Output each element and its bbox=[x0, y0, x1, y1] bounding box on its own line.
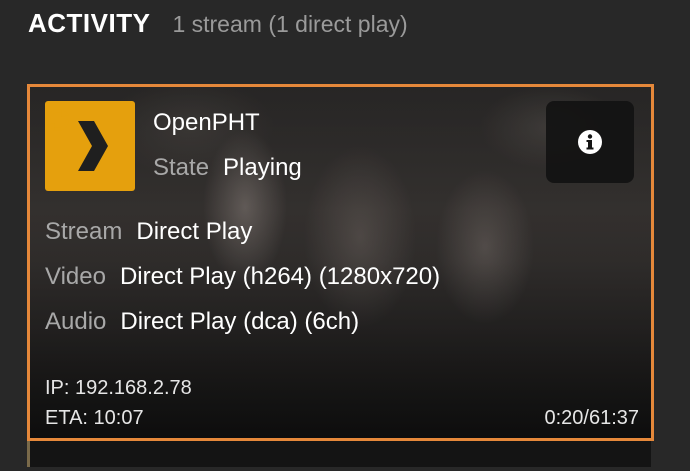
stream-label: Stream bbox=[45, 218, 123, 245]
progress-time: 0:20/61:37 bbox=[544, 407, 639, 429]
stream-row: Stream Direct Play bbox=[45, 218, 252, 246]
audio-row: Audio Direct Play (dca) (6ch) bbox=[45, 308, 359, 336]
sync-icon bbox=[47, 109, 69, 131]
ip-address: IP: 192.168.2.78 bbox=[45, 377, 192, 399]
page-title: ACTIVITY bbox=[28, 8, 151, 38]
audio-label: Audio bbox=[45, 308, 107, 335]
info-icon bbox=[578, 130, 602, 154]
state-row: State Playing bbox=[153, 154, 302, 182]
session-card[interactable]: OpenPHT State Playing Stream Direct Play V… bbox=[27, 84, 654, 441]
player-name: OpenPHT bbox=[153, 109, 260, 136]
progress-fill bbox=[27, 441, 31, 467]
state-label: State bbox=[153, 154, 210, 181]
stream-count: 1 stream (1 direct play) bbox=[172, 11, 408, 37]
activity-page: ACTIVITY 1 stream (1 direct play) OpenPH… bbox=[0, 0, 690, 471]
stream-value: Direct Play bbox=[136, 218, 253, 245]
video-row: Video Direct Play (h264) (1280x720) bbox=[45, 263, 440, 291]
info-button[interactable] bbox=[546, 101, 634, 183]
progress-bar[interactable] bbox=[27, 441, 651, 467]
video-value: Direct Play (h264) (1280x720) bbox=[119, 263, 441, 290]
state-value: Playing bbox=[223, 154, 302, 181]
activity-header: ACTIVITY 1 stream (1 direct play) bbox=[28, 8, 408, 39]
audio-value: Direct Play (dca) (6ch) bbox=[120, 308, 360, 335]
eta: ETA: 10:07 bbox=[45, 407, 144, 429]
video-label: Video bbox=[45, 263, 106, 290]
